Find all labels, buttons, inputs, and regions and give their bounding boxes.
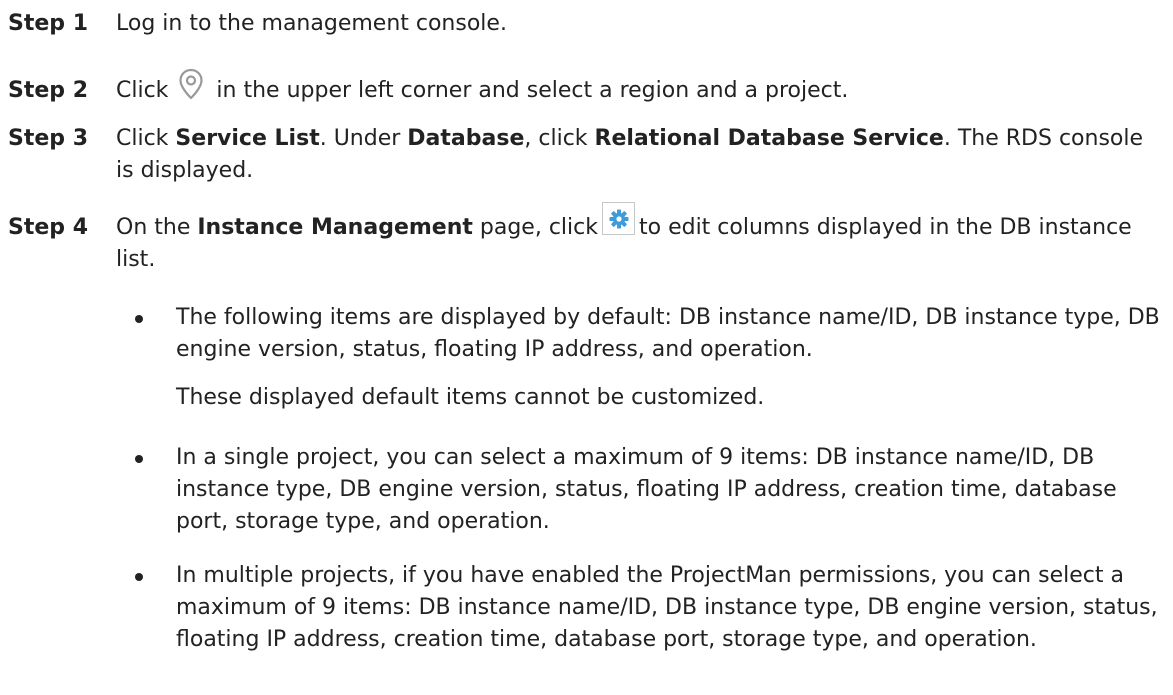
list-item-text: In a single project, you can select a ma… — [176, 445, 1117, 534]
step-label: Step 3 — [8, 126, 88, 151]
list-item-text: The following items are displayed by def… — [176, 305, 1160, 362]
step-4-text-2: page, click — [472, 215, 598, 240]
step-3-text-3: , click — [524, 126, 595, 151]
bullet-marker — [135, 455, 143, 463]
gear-icon — [601, 201, 635, 235]
step-3-text-2: . Under — [319, 126, 408, 151]
database-term: Database — [407, 126, 525, 151]
step-text: Click Service List. Under Database, clic… — [116, 123, 1166, 187]
service-list-term: Service List — [175, 126, 320, 151]
step-label: Step 2 — [8, 78, 88, 103]
step-2-pre: Click — [116, 78, 169, 103]
rds-term: Relational Database Service — [594, 126, 944, 151]
step-label: Step 1 — [8, 11, 88, 36]
list-item-note: These displayed default items cannot be … — [176, 385, 765, 410]
list-item-text: In multiple projects, if you have enable… — [176, 563, 1158, 652]
instance-management-term: Instance Management — [197, 215, 473, 240]
step-1-text: Log in to the management console. — [116, 11, 507, 36]
bullet-marker — [135, 315, 143, 323]
step-3-text-1: Click — [116, 126, 176, 151]
step-4-text-1: On the — [116, 215, 198, 240]
step-text: On the Instance Management page, click to… — [116, 201, 1166, 276]
step-text: Log in to the management console. — [116, 8, 1166, 40]
step-2-post: in the upper left corner and select a re… — [216, 78, 849, 103]
location-pin-icon — [176, 67, 206, 101]
bullet-marker — [135, 573, 143, 581]
step-text: Click in the upper left corner and select… — [116, 68, 1166, 107]
document-page: Step 1 Log in to the management console.… — [0, 0, 1173, 695]
step-label: Step 4 — [8, 215, 88, 240]
